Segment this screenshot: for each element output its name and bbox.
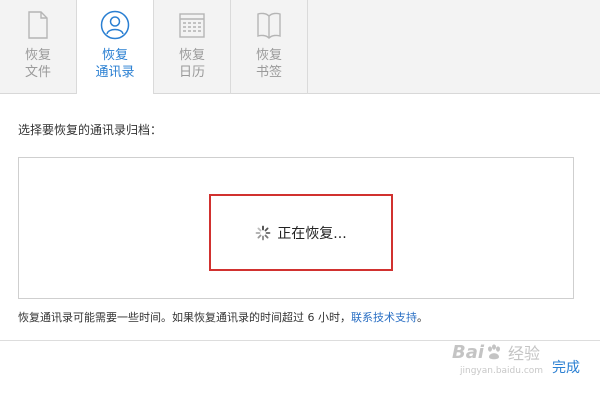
restore-status-text: 正在恢复... [277, 225, 347, 242]
restore-time-note: 恢复通讯录可能需要一些时间。如果恢复通讯录的时间超过 6 小时，联系技术支持。 [18, 309, 428, 325]
tab-restore-bookmarks[interactable]: 恢复 书签 [231, 0, 308, 94]
contact-support-link[interactable]: 联系技术支持 [351, 311, 417, 324]
calendar-icon [177, 8, 207, 42]
file-icon [23, 8, 53, 42]
watermark-logo-left: Bai [452, 341, 485, 363]
archive-list[interactable]: 正在恢复... [18, 157, 574, 299]
note-end: 。 [417, 311, 428, 324]
tab-restore-calendar[interactable]: 恢复 日历 [154, 0, 231, 94]
note-text: 恢复通讯录可能需要一些时间。如果恢复通讯录的时间超过 6 小时， [18, 311, 351, 324]
restoring-highlight: 正在恢复... [209, 194, 393, 271]
restore-status: 正在恢复... [255, 223, 347, 243]
spinner-icon [255, 225, 271, 240]
contact-icon [100, 8, 130, 42]
tab-label: 恢复 书签 [255, 48, 282, 80]
paw-icon [488, 344, 501, 360]
restore-toolbar: 恢复 文件 恢复 通讯录 恢复 日历 恢复 书签 [0, 0, 600, 94]
tab-restore-files[interactable]: 恢复 文件 [0, 0, 77, 94]
tab-label: 恢复 通讯录 [95, 48, 135, 80]
done-button[interactable]: 完成 [552, 357, 580, 377]
watermark-logo-right: 经验 [508, 344, 541, 363]
archive-prompt: 选择要恢复的通讯录归档： [18, 123, 163, 137]
bookmark-icon [254, 8, 284, 42]
tab-restore-contacts[interactable]: 恢复 通讯录 [77, 0, 154, 94]
tab-label: 恢复 文件 [24, 48, 51, 80]
tab-label: 恢复 日历 [178, 48, 205, 80]
